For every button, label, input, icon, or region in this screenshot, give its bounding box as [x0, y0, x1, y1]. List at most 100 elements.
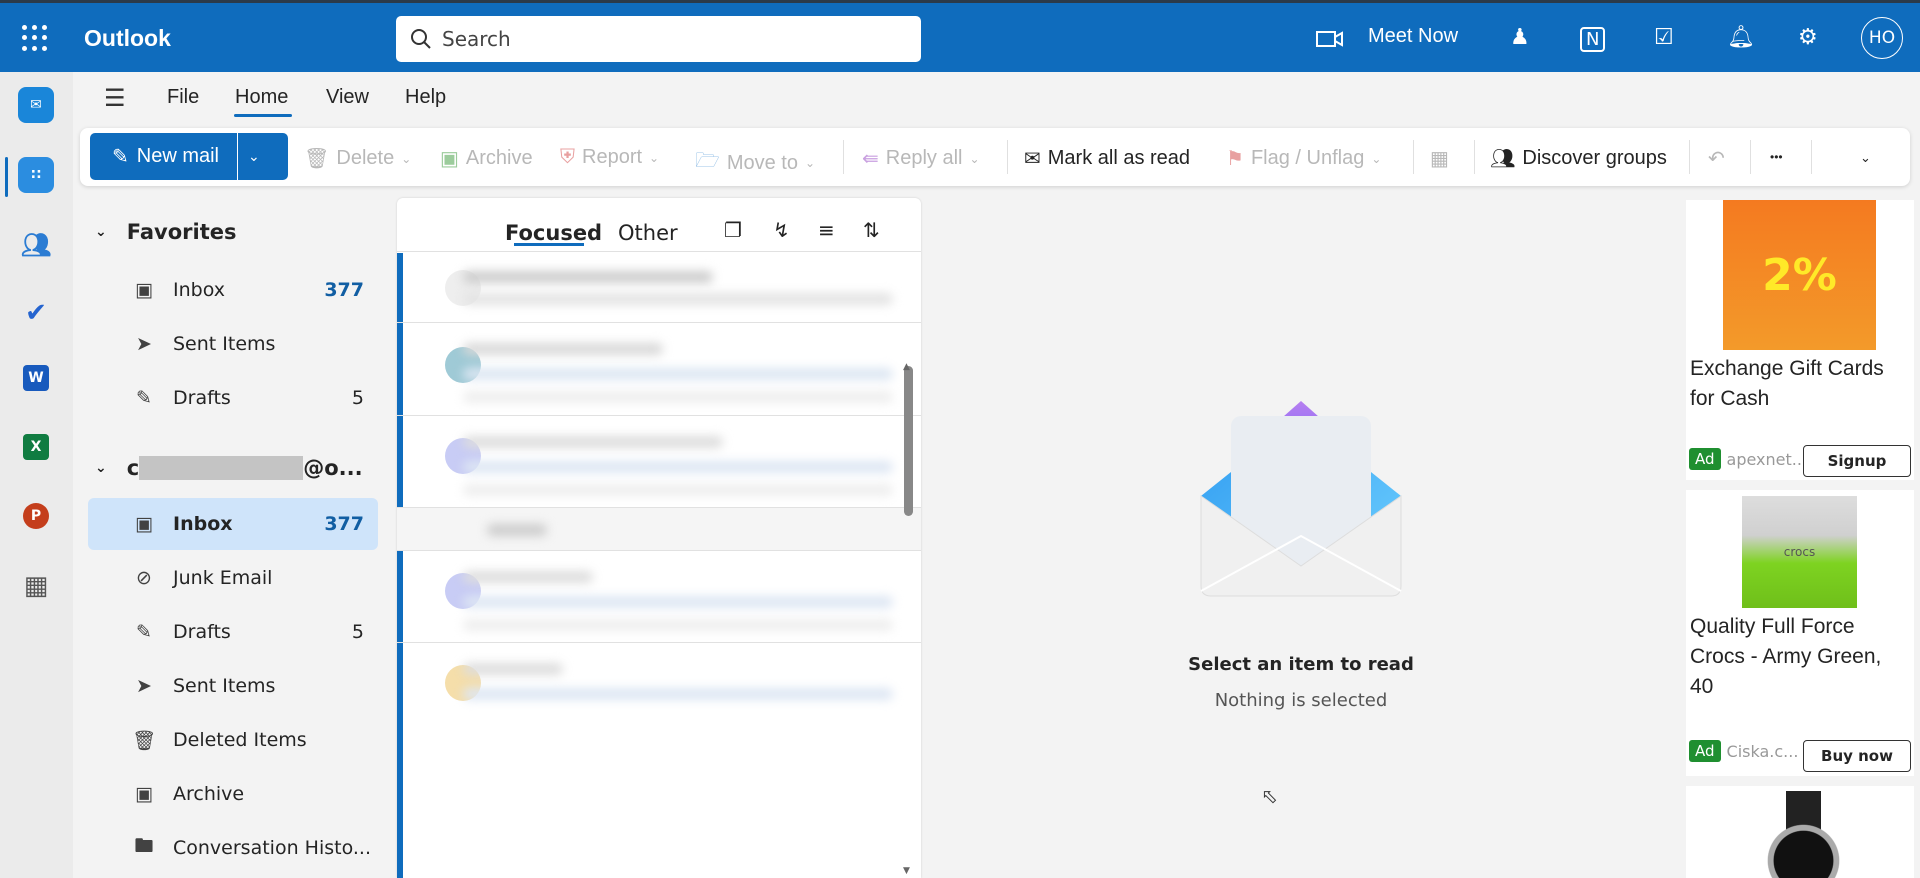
divider: [1413, 140, 1414, 174]
tab-other[interactable]: Other: [618, 221, 678, 245]
filter-icon[interactable]: ≡: [818, 218, 835, 242]
envelope-open-icon: ✉: [1024, 148, 1041, 170]
message-row[interactable]: [397, 643, 921, 878]
expand-ribbon-icon[interactable]: ⌄: [1860, 150, 1871, 166]
mark-all-read-button[interactable]: ✉ Mark all as read: [1024, 146, 1190, 171]
onenote-icon[interactable]: N: [1580, 27, 1606, 52]
ad-title[interactable]: Quality Full Force Crocs - Army Green, 4…: [1686, 612, 1914, 702]
delete-button[interactable]: 🗑︎ Delete ⌄: [304, 146, 411, 171]
divider: [1750, 140, 1751, 174]
message-row[interactable]: [397, 323, 921, 416]
favorites-header[interactable]: ⌄ Favorites: [95, 220, 236, 244]
account-sent-items[interactable]: ➤ Sent Items: [88, 660, 378, 712]
new-mail-dropdown[interactable]: ⌄: [237, 133, 260, 180]
tab-focused[interactable]: Focused: [505, 221, 602, 245]
hamburger-menu-icon[interactable]: ☰: [104, 84, 126, 112]
flag-button[interactable]: ⚑ Flag / Unflag ⌄: [1226, 146, 1381, 171]
meet-now-button[interactable]: Meet Now: [1368, 25, 1458, 48]
favorites-sent-items[interactable]: ➤ Sent Items: [88, 318, 378, 370]
new-mail-button[interactable]: ✎ New mail ⌄: [90, 133, 288, 180]
empty-envelope-illustration: [1200, 401, 1402, 597]
avatar[interactable]: HO: [1861, 17, 1903, 59]
move-to-button[interactable]: 🗁︎ Move to ⌄: [695, 146, 815, 180]
more-apps-icon[interactable]: ▦: [18, 568, 54, 604]
ad-card[interactable]: crocs Quality Full Force Crocs - Army Gr…: [1686, 490, 1914, 776]
todo-icon[interactable]: ☑: [1654, 25, 1674, 50]
flag-label: Flag / Unflag: [1250, 147, 1365, 169]
archive-button[interactable]: ▣ Archive: [440, 146, 533, 171]
tab-view[interactable]: View: [326, 86, 369, 109]
tab-home[interactable]: Home: [235, 86, 288, 109]
undo-icon: ↶: [1708, 148, 1725, 170]
shield-icon: ⛨: [560, 146, 575, 168]
folder-label: Conversation Histo...: [173, 837, 371, 859]
excel-icon[interactable]: X: [23, 434, 49, 460]
new-mail-label: New mail: [136, 145, 220, 167]
teams-icon[interactable]: ♟: [1510, 25, 1530, 50]
more-options-button[interactable]: •••: [1770, 150, 1783, 164]
unread-count: 377: [324, 513, 364, 535]
account-drafts[interactable]: ✎ Drafts 5: [88, 606, 378, 658]
people-icon[interactable]: 👥︎: [18, 227, 54, 263]
scrollbar-thumb[interactable]: [904, 366, 913, 516]
account-inbox[interactable]: ▣ Inbox 377: [88, 498, 378, 550]
powerpoint-icon[interactable]: P: [23, 503, 49, 529]
gear-icon[interactable]: ⚙: [1798, 25, 1818, 50]
todo-check-icon[interactable]: ✔: [18, 295, 54, 331]
reply-all-button[interactable]: ⇚ Reply all ⌄: [862, 146, 980, 171]
archive-icon: ▣: [135, 783, 153, 805]
video-camera-icon[interactable]: [1316, 30, 1344, 48]
quick-steps-button[interactable]: ▦: [1430, 146, 1449, 171]
calendar-icon[interactable]: ∷: [18, 157, 54, 193]
jump-to-icon[interactable]: ↯: [773, 218, 790, 242]
buy-now-button[interactable]: Buy now: [1803, 740, 1911, 772]
select-mode-icon[interactable]: ❐: [724, 218, 742, 242]
signup-button[interactable]: Signup: [1803, 445, 1911, 477]
account-junk-email[interactable]: ⊘ Junk Email: [88, 552, 378, 604]
search-placeholder: Search: [442, 27, 511, 51]
word-icon[interactable]: W: [23, 365, 49, 391]
report-button[interactable]: ⛨ Report ⌄: [560, 146, 659, 169]
account-label-end: @o...: [303, 456, 363, 480]
divider: [397, 251, 921, 252]
message-row[interactable]: [397, 416, 921, 508]
app-rail: ✉ ∷ 👥︎ ✔ W X P ▦: [0, 72, 73, 878]
app-title: Outlook: [84, 25, 171, 51]
account-header[interactable]: ⌄ c @o...: [95, 456, 363, 480]
undo-button[interactable]: ↶: [1708, 146, 1725, 171]
ad-image[interactable]: 2%: [1723, 200, 1876, 350]
discover-groups-button[interactable]: 👥︎ Discover groups: [1490, 146, 1667, 171]
grid-icon: ▦: [1430, 148, 1449, 170]
divider: [1689, 140, 1690, 174]
inbox-icon: ▣: [135, 279, 153, 301]
account-archive[interactable]: ▣ Archive: [88, 768, 378, 820]
search-input[interactable]: Search: [396, 16, 921, 62]
send-icon: ➤: [136, 675, 152, 697]
ad-image[interactable]: crocs: [1742, 496, 1857, 608]
draft-count: 5: [351, 387, 364, 409]
active-tab-indicator: [234, 114, 292, 117]
group-header[interactable]: [397, 508, 921, 551]
flag-icon: ⚑: [1226, 148, 1244, 170]
account-deleted-items[interactable]: 🗑︎ Deleted Items: [88, 714, 378, 766]
scroll-up-arrow[interactable]: ▲: [903, 362, 910, 372]
app-launcher-icon[interactable]: [22, 25, 48, 51]
message-row[interactable]: [397, 551, 921, 643]
sort-icon[interactable]: ⇅: [863, 218, 880, 242]
ad-card[interactable]: 2% Exchange Gift Cards for Cash Ad apexne…: [1686, 200, 1914, 480]
ad-card[interactable]: [1686, 786, 1914, 878]
unread-count: 377: [324, 279, 364, 301]
ad-image-watch[interactable]: [1756, 791, 1851, 878]
tab-file[interactable]: File: [167, 86, 199, 109]
tab-help[interactable]: Help: [405, 86, 446, 109]
folder-label: Sent Items: [173, 333, 276, 355]
scroll-down-arrow[interactable]: ▼: [903, 866, 910, 876]
mail-icon[interactable]: ✉: [18, 87, 54, 123]
favorites-inbox[interactable]: ▣ Inbox 377: [88, 264, 378, 316]
bell-icon[interactable]: 🔔︎: [1727, 25, 1755, 50]
ad-title[interactable]: Exchange Gift Cards for Cash: [1686, 354, 1914, 414]
account-conversation-history[interactable]: 🖿︎ Conversation Histo...: [88, 822, 378, 874]
favorites-drafts[interactable]: ✎ Drafts 5: [88, 372, 378, 424]
folder-label: Inbox: [173, 513, 233, 535]
message-row[interactable]: [397, 253, 921, 323]
